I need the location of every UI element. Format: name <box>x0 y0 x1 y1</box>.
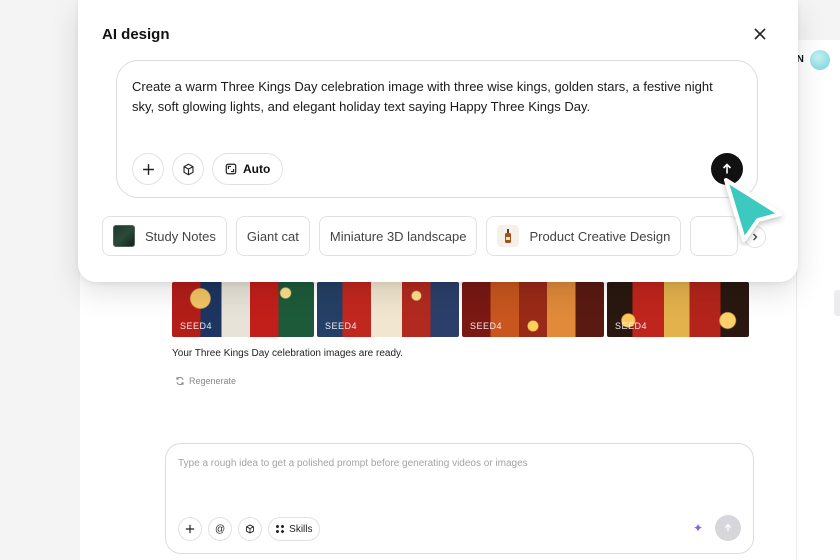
add-button[interactable] <box>178 517 202 541</box>
chip-label: Miniature 3D landscape <box>329 228 467 244</box>
suggestion-giant-cat[interactable]: Giant cat <box>235 216 310 256</box>
bottle-icon <box>505 229 512 243</box>
bottle-thumbnail <box>497 225 520 247</box>
mention-button[interactable]: @ <box>208 517 233 541</box>
chip-label: Product Creative Design <box>529 228 671 244</box>
refresh-icon <box>176 376 184 386</box>
close-button[interactable] <box>750 24 770 44</box>
aspect-ratio-icon <box>225 163 237 175</box>
prompt-text[interactable]: Create a warm Three Kings Day celebratio… <box>132 77 732 117</box>
modal-title: AI design <box>102 26 170 43</box>
prompt-input[interactable]: Create a warm Three Kings Day celebratio… <box>116 60 758 198</box>
model-select-button[interactable] <box>172 153 204 185</box>
prompt-tools: Auto <box>132 153 284 185</box>
model-tag: SEED4 <box>470 321 503 331</box>
regenerate-button[interactable]: Regenerate <box>175 376 236 386</box>
suggestion-product-creative-design[interactable]: Product Creative Design <box>486 216 682 256</box>
arrow-up-icon <box>722 163 732 174</box>
chip-label: Study Notes <box>145 228 216 244</box>
result-image-3[interactable]: SEED4 <box>462 282 604 337</box>
composer-tools: @ Skills <box>178 517 320 541</box>
suggestion-miniature-3d-landscape[interactable]: Miniature 3D landscape <box>318 216 478 256</box>
aspect-auto-button[interactable]: Auto <box>212 153 284 185</box>
result-image-2[interactable]: SEED4 <box>317 282 459 337</box>
sparkle-icon[interactable]: ✦ <box>693 521 703 535</box>
result-image-4[interactable]: SEED4 <box>607 282 749 337</box>
side-tab[interactable] <box>834 290 840 316</box>
composer-box[interactable]: Type a rough idea to get a polished prom… <box>165 443 754 554</box>
chip-label: Giant cat <box>246 228 299 244</box>
avatar[interactable] <box>809 50 830 70</box>
auto-label: Auto <box>243 162 271 176</box>
model-button[interactable] <box>238 517 263 541</box>
add-attachment-button[interactable] <box>132 153 164 185</box>
result-message: Your Three Kings Day celebration images … <box>172 348 404 359</box>
skills-icon <box>276 525 285 534</box>
at-icon: @ <box>215 523 226 535</box>
arrow-up-icon <box>724 523 732 532</box>
ai-design-modal: AI design Create a warm Three Kings Day … <box>78 0 798 282</box>
pointer-cursor-icon <box>724 178 782 242</box>
suggestion-study-notes[interactable]: Study Notes <box>102 216 227 256</box>
result-images: SEED4 SEED4 SEED4 SEED4 <box>172 282 749 337</box>
close-icon <box>754 28 766 40</box>
composer-placeholder: Type a rough idea to get a polished prom… <box>178 458 528 469</box>
regenerate-label: Regenerate <box>189 376 237 386</box>
skills-label: Skills <box>289 523 313 535</box>
plus-icon <box>185 524 195 534</box>
model-tag: SEED4 <box>180 321 213 331</box>
model-tag: SEED4 <box>325 321 358 331</box>
chalkboard-thumbnail <box>113 225 135 247</box>
plus-icon <box>142 163 154 175</box>
model-tag: SEED4 <box>615 321 648 331</box>
suggestion-chips: Study Notes Giant cat Miniature 3D lands… <box>102 216 739 256</box>
skills-button[interactable]: Skills <box>268 517 320 541</box>
result-image-1[interactable]: SEED4 <box>172 282 314 337</box>
cube-icon <box>182 163 194 175</box>
cube-icon <box>246 524 255 534</box>
composer-send-button[interactable] <box>715 515 741 541</box>
